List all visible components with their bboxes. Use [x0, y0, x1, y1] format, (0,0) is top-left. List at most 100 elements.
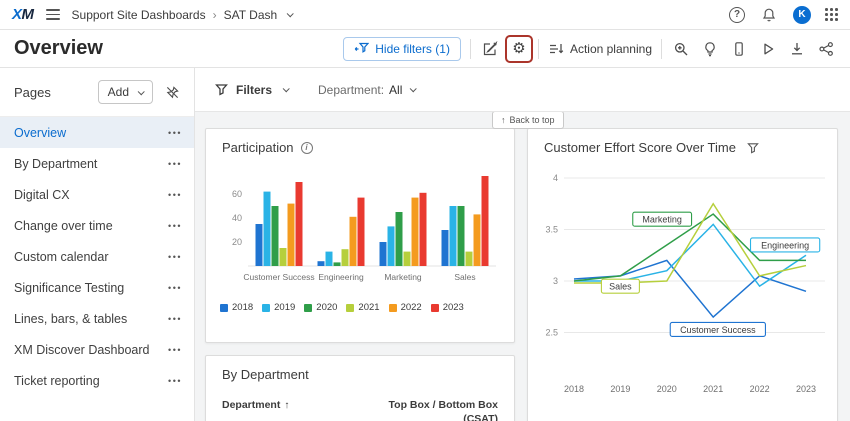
gear-icon: ⚙	[512, 41, 525, 56]
zoom-search-icon[interactable]	[671, 39, 691, 59]
avatar[interactable]: K	[793, 6, 811, 24]
more-options-icon[interactable]: •••	[168, 376, 182, 386]
filters-toggle[interactable]: Filters	[215, 83, 288, 97]
svg-text:Marketing: Marketing	[642, 215, 682, 225]
more-options-icon[interactable]: •••	[168, 314, 182, 324]
sidebar-title: Pages	[14, 85, 90, 100]
edit-dashboard-icon[interactable]	[480, 39, 500, 59]
back-to-top-label: Back to top	[510, 115, 555, 125]
hide-filters-label: Hide filters (1)	[375, 42, 450, 56]
lightbulb-icon[interactable]	[700, 39, 720, 59]
legend-swatch	[304, 304, 312, 312]
breadcrumb-root[interactable]: Support Site Dashboards	[72, 8, 206, 22]
help-icon[interactable]: ?	[729, 7, 745, 23]
legend-label: 2021	[358, 302, 379, 313]
sidebar-item-overview[interactable]: Overview•••	[0, 117, 194, 148]
sidebar-item-custom-calendar[interactable]: Custom calendar•••	[0, 241, 194, 272]
svg-text:3: 3	[553, 276, 558, 286]
more-options-icon[interactable]: •••	[168, 159, 182, 169]
legend-item-2022[interactable]: 2022	[389, 302, 422, 313]
sidebar-item-change-over-time[interactable]: Change over time•••	[0, 210, 194, 241]
action-planning-button[interactable]: Action planning	[548, 41, 652, 57]
department-filter[interactable]: Department: All	[318, 83, 415, 97]
participation-card: Participation i 204060Customer SuccessEn…	[205, 128, 515, 343]
legend-item-2021[interactable]: 2021	[346, 302, 379, 313]
more-options-icon[interactable]: •••	[168, 190, 182, 200]
svg-text:3.5: 3.5	[545, 225, 558, 235]
more-options-icon[interactable]: •••	[168, 221, 182, 231]
filters-label: Filters	[236, 83, 272, 97]
add-page-button[interactable]: Add	[98, 80, 153, 104]
filter-bar: Filters Department: All	[195, 68, 850, 112]
info-icon[interactable]: i	[301, 142, 313, 154]
play-presentation-icon[interactable]	[758, 39, 778, 59]
more-options-icon[interactable]: •••	[168, 345, 182, 355]
widget-filter-funnel-icon[interactable]	[747, 142, 759, 154]
svg-text:Sales: Sales	[454, 272, 475, 282]
notifications-bell-icon[interactable]	[759, 5, 779, 25]
card-header: Participation i	[206, 129, 514, 160]
legend-item-2023[interactable]: 2023	[431, 302, 464, 313]
value-column-header: Top Box / Bottom Box (CSAT)	[389, 399, 498, 421]
hamburger-menu-icon[interactable]	[46, 9, 60, 20]
back-to-top-button[interactable]: ↑ Back to top	[492, 112, 564, 129]
legend-swatch	[389, 304, 397, 312]
sidebar-item-label: XM Discover Dashboard	[14, 343, 168, 357]
svg-text:Customer Success: Customer Success	[680, 325, 756, 335]
mobile-preview-icon[interactable]	[729, 39, 749, 59]
sidebar-header: Pages Add	[0, 68, 194, 117]
action-planning-icon	[548, 41, 564, 57]
legend-label: 2022	[401, 302, 422, 313]
legend-item-2019[interactable]: 2019	[262, 302, 295, 313]
chart-legend: 2018 2019 2020 2021 2022 2023	[206, 298, 514, 317]
series-label-customer-success: Customer Success	[670, 322, 765, 336]
pages-list: Overview•••By Department•••Digital CX•••…	[0, 117, 194, 396]
legend-label: 2023	[443, 302, 464, 313]
legend-swatch	[346, 304, 354, 312]
download-icon[interactable]	[787, 39, 807, 59]
legend-item-2018[interactable]: 2018	[220, 302, 253, 313]
svg-text:2018: 2018	[564, 384, 584, 394]
card-header: Customer Effort Score Over Time	[528, 129, 837, 160]
department-column-header[interactable]: Department ↑	[222, 399, 289, 411]
more-options-icon[interactable]: •••	[168, 252, 182, 262]
logo-x: X	[12, 6, 22, 23]
series-label-marketing: Marketing	[633, 212, 692, 226]
dashboard-settings-button[interactable]: ⚙ 3	[509, 39, 529, 59]
sidebar-item-lines-bars-tables[interactable]: Lines, bars, & tables•••	[0, 303, 194, 334]
series-label-sales: Sales	[601, 279, 639, 293]
sidebar-item-significance-testing[interactable]: Significance Testing•••	[0, 272, 194, 303]
more-options-icon[interactable]: •••	[168, 128, 182, 138]
page-header: Overview Hide filters (1) ⚙ 3	[0, 30, 850, 68]
legend-label: 2020	[316, 302, 337, 313]
legend-swatch	[431, 304, 439, 312]
logo-m: M	[22, 6, 34, 23]
sidebar-item-xm-discover-dashboard[interactable]: XM Discover Dashboard•••	[0, 334, 194, 365]
svg-text:20: 20	[232, 237, 242, 247]
svg-text:40: 40	[232, 213, 242, 223]
sidebar-item-by-department[interactable]: By Department•••	[0, 148, 194, 179]
share-icon[interactable]	[816, 39, 836, 59]
ces-over-time-card: Customer Effort Score Over Time 2.533.54…	[527, 128, 838, 421]
sidebar-item-label: Change over time	[14, 219, 168, 233]
hide-filters-button[interactable]: Hide filters (1)	[343, 37, 461, 61]
by-department-card: By Department Department ↑ Top Box / Bot…	[205, 355, 515, 421]
sidebar-item-digital-cx[interactable]: Digital CX•••	[0, 179, 194, 210]
sidebar-item-ticket-reporting[interactable]: Ticket reporting•••	[0, 365, 194, 396]
toolbar-divider	[470, 39, 471, 59]
department-filter-value: All	[389, 83, 402, 97]
column-label: (CSAT)	[463, 413, 498, 421]
svg-text:Engineering: Engineering	[761, 240, 809, 250]
unpin-sidebar-icon[interactable]	[165, 85, 180, 100]
more-options-icon[interactable]: •••	[168, 283, 182, 293]
sidebar-item-label: Digital CX	[14, 188, 168, 202]
apps-grid-icon[interactable]	[825, 8, 838, 21]
legend-swatch	[220, 304, 228, 312]
breadcrumb-current-dashboard[interactable]: SAT Dash	[224, 8, 278, 22]
legend-item-2020[interactable]: 2020	[304, 302, 337, 313]
funnel-icon	[215, 83, 228, 96]
svg-text:2.5: 2.5	[545, 328, 558, 338]
chevron-down-icon	[283, 85, 290, 92]
dashboard-canvas: ↑ Back to top Participation i 20 40 60 Cust…	[195, 112, 850, 421]
svg-text:60: 60	[232, 189, 242, 199]
